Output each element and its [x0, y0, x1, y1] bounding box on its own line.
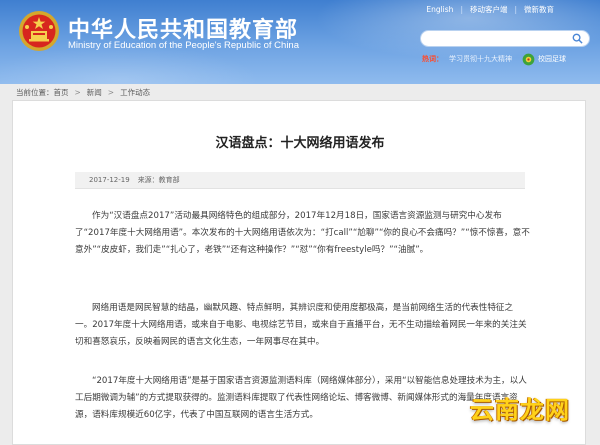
breadcrumb-news[interactable]: 新闻 — [87, 87, 102, 98]
breadcrumb-separator: > — [74, 87, 81, 97]
hot-words-label: 热词： — [422, 55, 443, 63]
site-header: 中华人民共和国教育部 Ministry of Education of the … — [0, 0, 600, 84]
article-paragraph: “2017年度十大网络用语”是基于国家语言资源监测语料库（网络媒体部分），采用“… — [75, 376, 527, 420]
breadcrumb-work-updates[interactable]: 工作动态 — [120, 87, 150, 98]
article-source: 来源：教育部 — [137, 176, 180, 184]
english-link[interactable]: English — [426, 5, 453, 14]
search-input[interactable] — [420, 30, 590, 47]
divider: | — [514, 4, 517, 14]
article-date: 2017-12-19 — [89, 176, 130, 184]
wechat-link[interactable]: 微新教育 — [524, 4, 554, 15]
article-title: 汉语盘点：十大网络用语发布 — [215, 136, 385, 151]
hot-word-link[interactable]: 学习贯彻十九大精神 — [449, 54, 512, 64]
top-links: English | 移动客户端 | 微新教育 — [426, 2, 554, 16]
divider: | — [460, 4, 463, 14]
site-subtitle: Ministry of Education of the People's Re… — [68, 40, 299, 51]
article-paragraph: 作为“汉语盘点2017”活动最具网络特色的组成部分，2017年12月18日，国家… — [75, 211, 530, 255]
breadcrumb: 当前位置： 首页 > 新闻 > 工作动态 — [16, 86, 150, 98]
campus-football-link[interactable]: 校园足球 — [538, 54, 566, 64]
national-emblem-icon[interactable] — [18, 10, 60, 52]
campus-football-icon[interactable] — [522, 53, 535, 66]
article-meta: 2017-12-19 来源：教育部 — [75, 172, 525, 189]
breadcrumb-home[interactable]: 首页 — [54, 87, 69, 98]
breadcrumb-separator: > — [107, 87, 115, 97]
mobile-client-link[interactable]: 移动客户端 — [470, 4, 508, 15]
hot-words-bar: 热词： 学习贯彻十九大精神 校园足球 — [422, 52, 566, 66]
breadcrumb-prefix: 当前位置： — [16, 87, 54, 97]
watermark-logo: 云南龙网 — [470, 396, 570, 424]
article-paragraph: 网络用语是网民智慧的结晶，幽默风趣、特点鲜明，其辨识度和使用度都极高，是当前网络… — [75, 303, 527, 347]
search-icon[interactable] — [572, 33, 583, 44]
